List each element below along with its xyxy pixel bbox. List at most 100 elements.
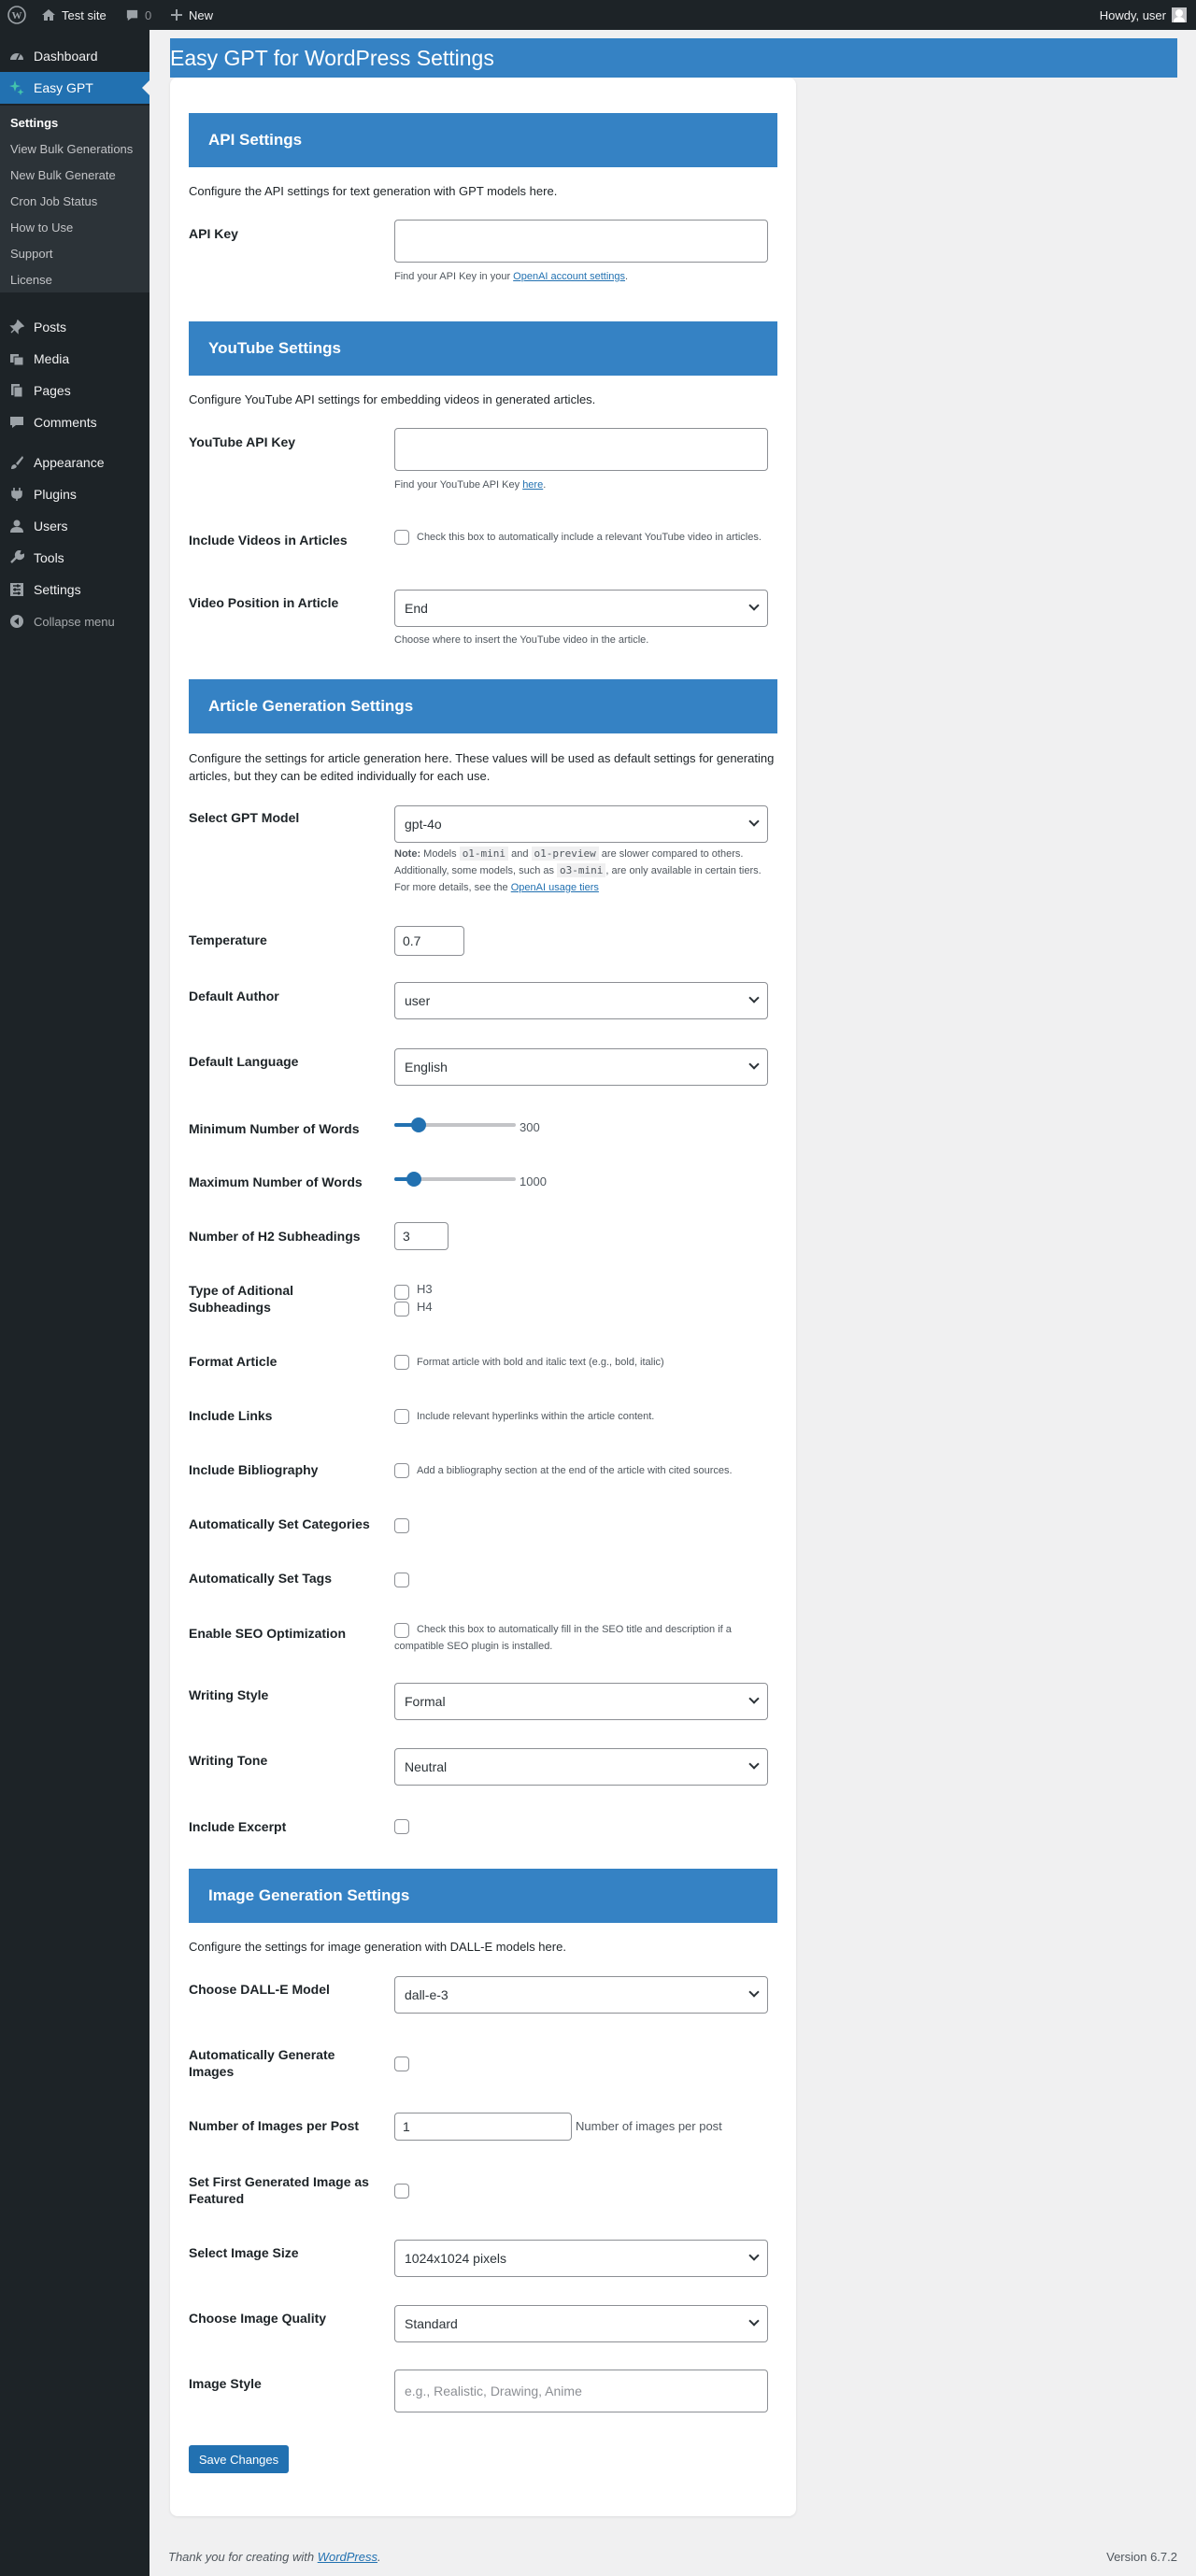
select-value: English xyxy=(405,1060,448,1075)
menu-label: Dashboard xyxy=(34,49,98,64)
max-words-slider[interactable] xyxy=(394,1172,516,1187)
chevron-down-icon xyxy=(748,2315,760,2327)
help-text: Find your API Key in your xyxy=(394,271,514,282)
select-value: 1024x1024 pixels xyxy=(405,2251,506,2266)
menu-item-plugins[interactable]: Plugins xyxy=(0,478,150,510)
h4-label: H4 xyxy=(417,1300,433,1314)
auto-categories-checkbox[interactable] xyxy=(394,1518,409,1533)
chevron-down-icon xyxy=(748,1986,760,1998)
gpt-model-note: Note: Models o1-mini and o1-preview are … xyxy=(394,846,777,896)
wordpress-link[interactable]: WordPress xyxy=(318,2550,377,2564)
submenu-item-support[interactable]: Support xyxy=(10,247,53,261)
h3-checkbox[interactable] xyxy=(394,1285,409,1300)
collapse-menu-button[interactable]: Collapse menu xyxy=(0,605,150,637)
menu-item-comments[interactable]: Comments xyxy=(0,406,150,438)
image-size-label: Select Image Size xyxy=(189,2245,299,2260)
menu-label: Comments xyxy=(34,415,97,430)
include-bibliography-checkbox[interactable] xyxy=(394,1463,409,1478)
include-videos-label: Include Videos in Articles xyxy=(189,533,348,548)
menu-item-posts[interactable]: Posts xyxy=(0,311,150,343)
submenu-item-cron[interactable]: Cron Job Status xyxy=(10,194,97,208)
comments-icon xyxy=(0,415,34,430)
menu-item-tools[interactable]: Tools xyxy=(0,542,150,574)
h4-checkbox[interactable] xyxy=(394,1302,409,1316)
menu-item-media[interactable]: Media xyxy=(0,343,150,375)
include-links-checkbox[interactable] xyxy=(394,1409,409,1424)
menu-item-appearance[interactable]: Appearance xyxy=(0,447,150,478)
youtube-key-here-link[interactable]: here xyxy=(522,479,543,491)
menu-item-users[interactable]: Users xyxy=(0,510,150,542)
openai-account-settings-link[interactable]: OpenAI account settings xyxy=(513,271,625,282)
openai-usage-tiers-link[interactable]: OpenAI usage tiers xyxy=(511,882,599,893)
images-per-post-input[interactable]: 1 xyxy=(394,2113,572,2141)
wordpress-logo-icon[interactable]: W xyxy=(7,0,26,30)
subheading-type-label: Type of Aditional Subheadings xyxy=(189,1283,293,1315)
chevron-down-icon xyxy=(748,816,760,827)
min-words-slider[interactable] xyxy=(394,1117,516,1132)
select-value: Standard xyxy=(405,2316,458,2331)
h2-subheadings-input[interactable]: 3 xyxy=(394,1222,448,1250)
max-words-value: 1000 xyxy=(520,1174,547,1188)
temperature-input[interactable]: 0.7 xyxy=(394,926,464,956)
api-key-label: API Key xyxy=(189,226,238,241)
avatar xyxy=(1172,7,1187,22)
slider-thumb[interactable] xyxy=(411,1117,426,1132)
auto-generate-images-label: Automatically Generate Images xyxy=(189,2047,335,2079)
submenu-item-view-bulk[interactable]: View Bulk Generations xyxy=(10,142,133,156)
help-text: Find your YouTube API Key xyxy=(394,479,523,491)
footer-text: Thank you for creating with xyxy=(168,2550,318,2564)
include-bibliography-text: Add a bibliography section at the end of… xyxy=(417,1465,733,1476)
note-text: Models xyxy=(420,848,460,860)
submenu-item-how-to[interactable]: How to Use xyxy=(10,221,73,235)
image-quality-select[interactable]: Standard xyxy=(394,2305,768,2342)
select-value: gpt-4o xyxy=(405,817,442,832)
page-title: Easy GPT for WordPress Settings xyxy=(170,38,1177,78)
youtube-api-key-input[interactable] xyxy=(394,428,768,471)
pages-icon xyxy=(0,383,34,398)
plug-icon xyxy=(0,487,34,502)
plus-icon xyxy=(171,9,182,21)
new-content-link[interactable]: New xyxy=(170,0,213,30)
current-menu-arrow xyxy=(142,80,150,95)
auto-categories-label: Automatically Set Categories xyxy=(189,1516,370,1531)
auto-tags-checkbox[interactable] xyxy=(394,1573,409,1587)
menu-item-pages[interactable]: Pages xyxy=(0,375,150,406)
account-menu[interactable]: Howdy, user xyxy=(1100,0,1187,30)
default-language-select[interactable]: English xyxy=(394,1048,768,1086)
submenu-item-license[interactable]: License xyxy=(10,273,52,287)
comments-link[interactable]: 0 xyxy=(125,0,151,30)
chevron-down-icon xyxy=(748,2250,760,2261)
format-article-checkbox[interactable] xyxy=(394,1355,409,1370)
select-value: Formal xyxy=(405,1694,446,1709)
featured-image-checkbox[interactable] xyxy=(394,2184,409,2199)
chevron-down-icon xyxy=(748,1693,760,1704)
submenu-item-new-bulk[interactable]: New Bulk Generate xyxy=(10,168,116,182)
admin-bar: W Test site 0 New Howdy, user xyxy=(0,0,1196,30)
api-settings-description: Configure the API settings for text gene… xyxy=(189,184,558,198)
users-icon xyxy=(0,519,34,534)
writing-style-select[interactable]: Formal xyxy=(394,1683,768,1720)
save-changes-button[interactable]: Save Changes xyxy=(189,2445,289,2473)
gpt-model-select[interactable]: gpt-4o xyxy=(394,805,768,843)
menu-item-easy-gpt[interactable]: Easy GPT xyxy=(0,72,150,104)
media-icon xyxy=(0,351,34,366)
min-words-value: 300 xyxy=(520,1120,540,1134)
writing-tone-select[interactable]: Neutral xyxy=(394,1748,768,1786)
default-author-select[interactable]: user xyxy=(394,982,768,1019)
image-size-select[interactable]: 1024x1024 pixels xyxy=(394,2240,768,2277)
image-style-input[interactable]: e.g., Realistic, Drawing, Anime xyxy=(394,2370,768,2412)
include-excerpt-label: Include Excerpt xyxy=(189,1819,287,1834)
menu-item-settings[interactable]: Settings xyxy=(0,574,150,605)
menu-item-dashboard[interactable]: Dashboard xyxy=(0,40,150,72)
chevron-down-icon xyxy=(748,1758,760,1770)
dalle-model-select[interactable]: dall-e-3 xyxy=(394,1976,768,2014)
include-excerpt-checkbox[interactable] xyxy=(394,1819,409,1834)
home-icon xyxy=(42,9,55,21)
site-name-link[interactable]: Test site xyxy=(41,0,107,30)
submenu-item-settings[interactable]: Settings xyxy=(10,116,58,130)
video-position-label: Video Position in Article xyxy=(189,595,339,610)
video-position-select[interactable]: End xyxy=(394,590,768,627)
slider-thumb[interactable] xyxy=(406,1172,421,1187)
api-key-input[interactable] xyxy=(394,220,768,263)
auto-generate-images-checkbox[interactable] xyxy=(394,2057,409,2071)
